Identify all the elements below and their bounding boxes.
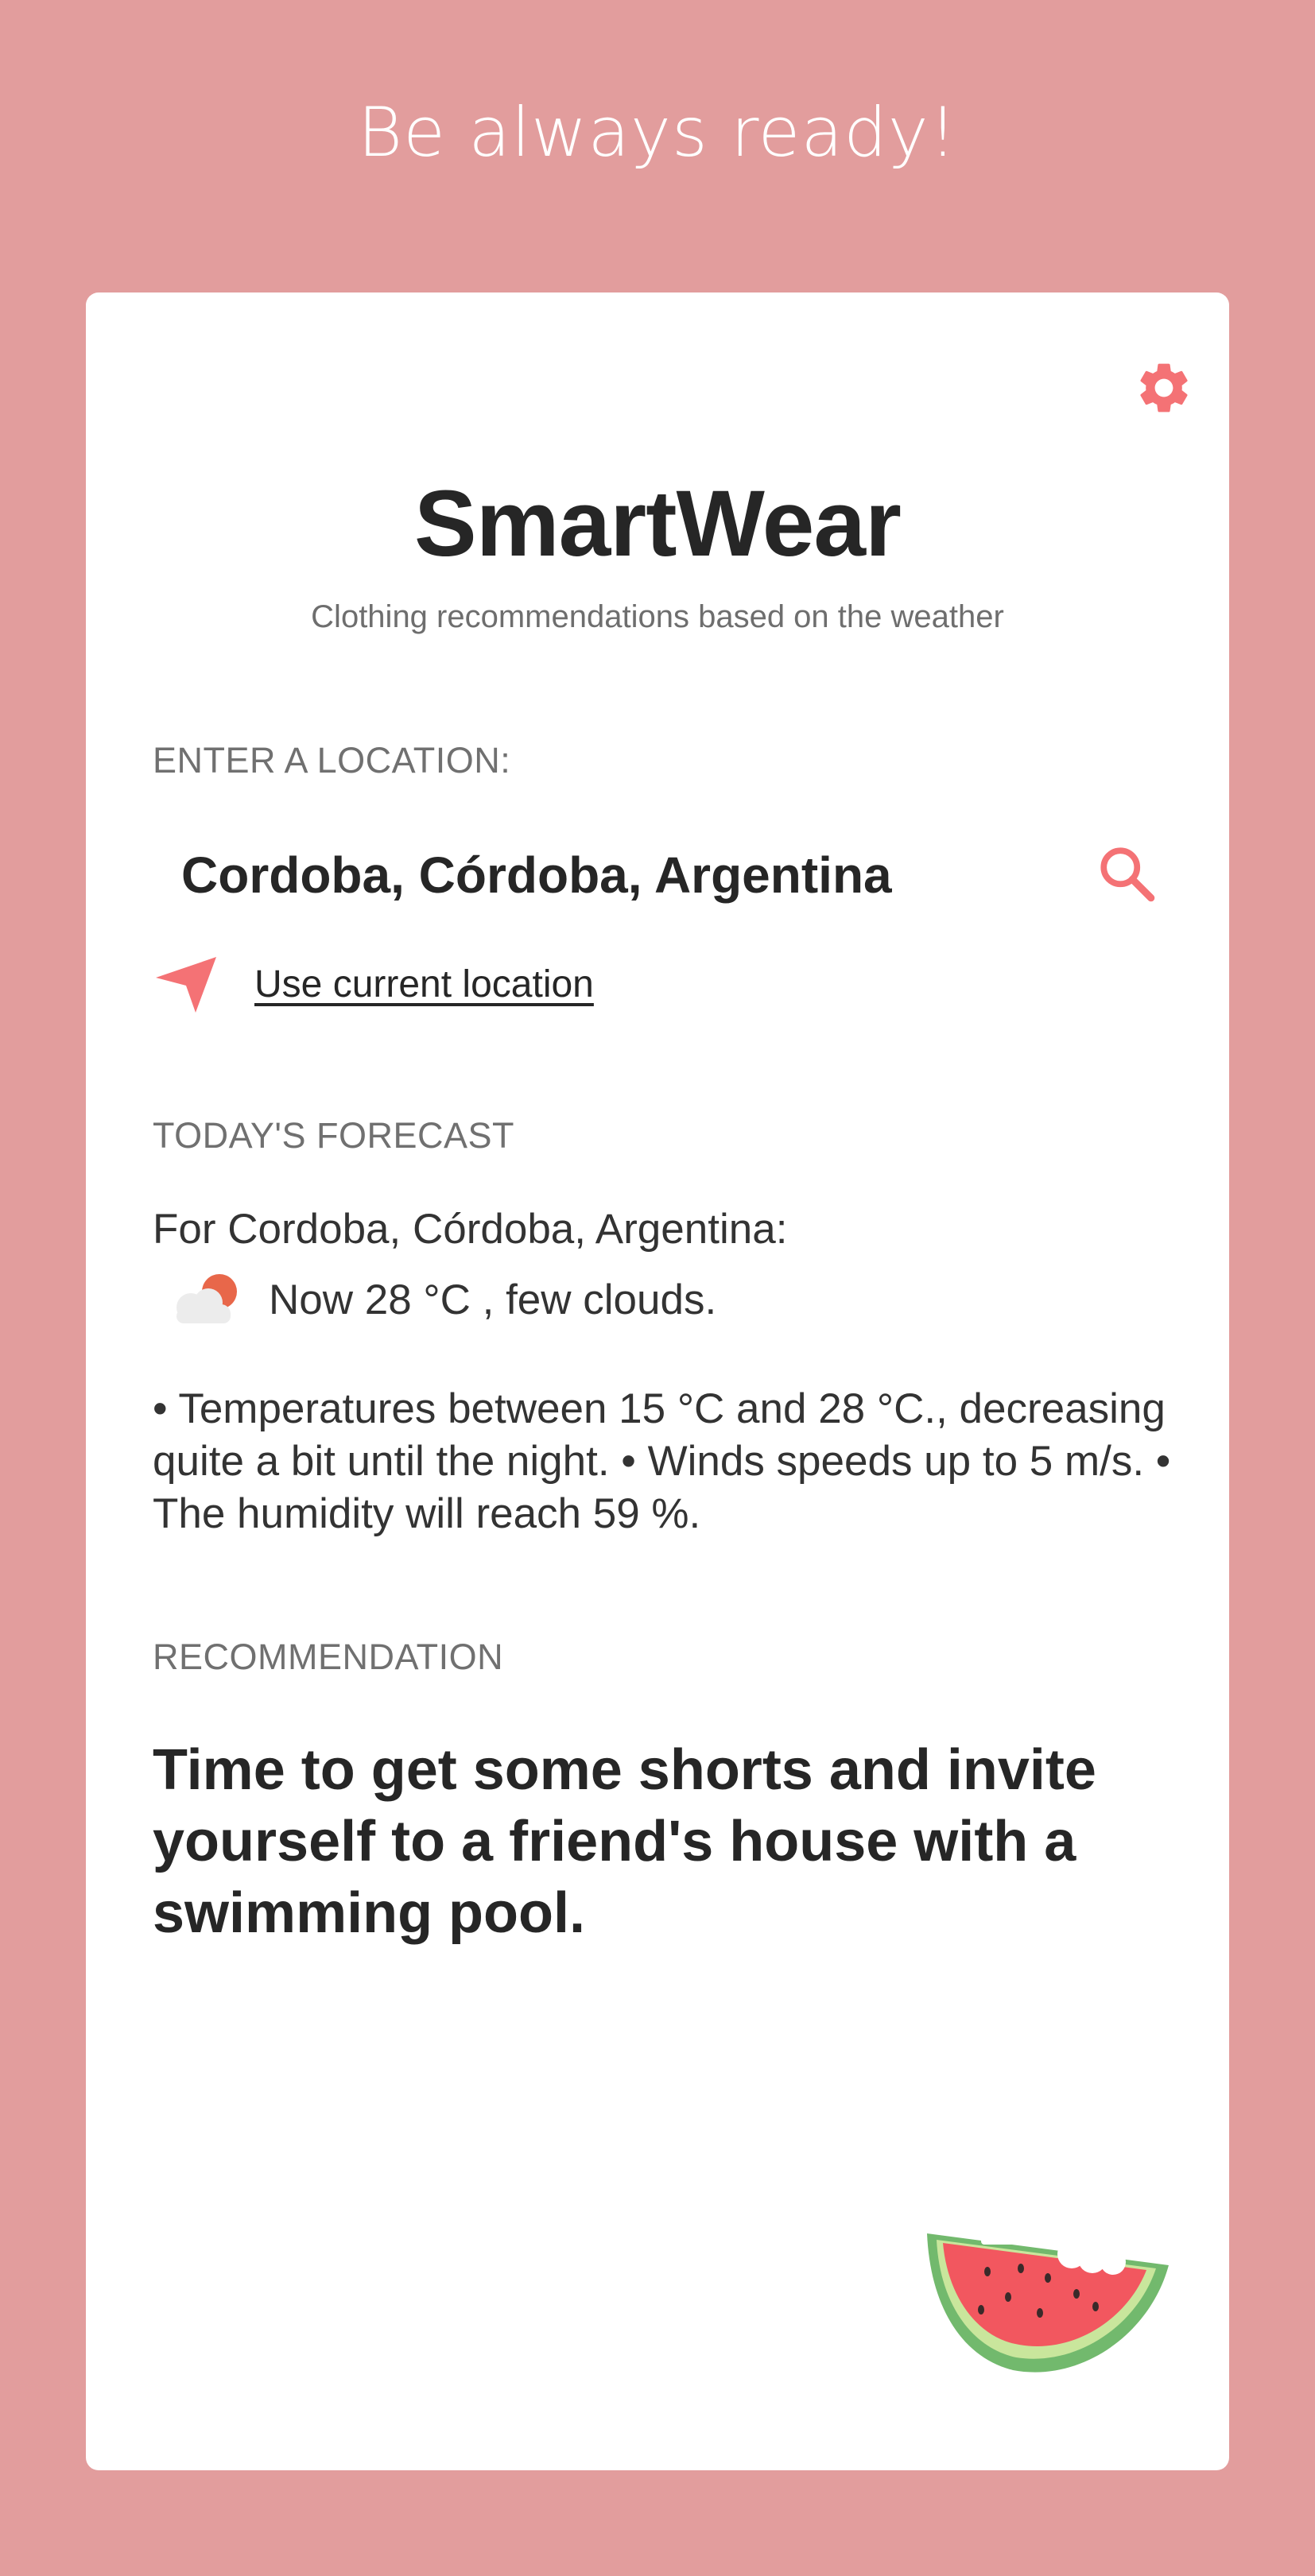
main-card: SmartWear Clothing recommendations based… [86,292,1229,2470]
recommendation-text: Time to get some shorts and invite yours… [153,1738,1096,1945]
app-subtitle: Clothing recommendations based on the we… [311,599,1004,634]
use-current-location-link[interactable]: Use current location [254,963,594,1006]
tagline: Be always ready! [357,93,958,172]
forecast-location: For Cordoba, Córdoba, Argentina: [153,1206,788,1253]
recommendation-label: RECOMMENDATION [153,1637,504,1677]
search-icon[interactable] [1094,841,1161,908]
watermelon-icon [927,2230,1169,2373]
location-label: ENTER A LOCATION: [153,740,511,781]
navigation-arrow-icon[interactable] [153,954,219,1014]
forecast-details: • Temperatures between 15 °C and 28 °C.,… [153,1385,1171,1537]
few-clouds-icon [176,1274,237,1323]
current-weather-text: Now 28 °C , few clouds. [269,1276,717,1323]
forecast-label: TODAY'S FORECAST [153,1115,514,1156]
location-input[interactable] [165,831,1151,919]
use-current-location-row[interactable]: Use current location [153,952,594,1016]
current-weather-row: Now 28 °C , few clouds. [165,1264,716,1335]
app-title: SmartWear [414,471,902,576]
gear-icon[interactable] [1134,358,1194,418]
